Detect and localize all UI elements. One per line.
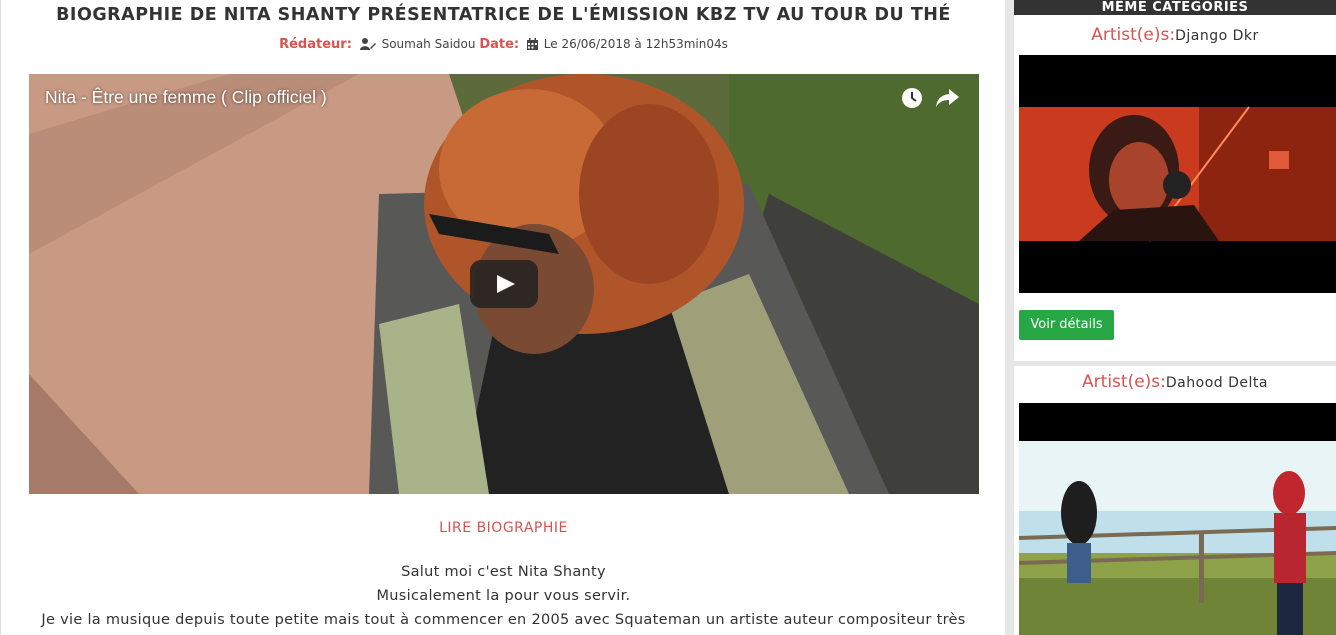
video-title[interactable]: Nita - Être une femme ( Clip officiel ) <box>45 87 327 108</box>
author-label: Rédateur: <box>279 37 352 52</box>
related-card: Artist(e)s:Django Dkr Voir détails <box>1014 15 1336 361</box>
date-label: Date: <box>479 37 520 52</box>
bio-line: Salut moi c'est Nita Shanty <box>401 564 606 580</box>
video-player[interactable]: Nita - Être une femme ( Clip officiel ) <box>29 74 979 494</box>
page-title: BIOGRAPHIE DE NITA SHANTY PRÉSENTATRICE … <box>56 5 951 25</box>
sidebar: MÊME CATEGORIES Artist(e)s:Django Dkr Vo… <box>1014 0 1336 635</box>
article-date: Le 26/06/2018 à 12h53min04s <box>543 37 728 51</box>
author-name[interactable]: Soumah Saidou <box>382 37 476 51</box>
card-title: Artist(e)s:Dahood Delta <box>1014 372 1336 392</box>
bio-line: Musicalement la pour vous servir. <box>376 588 631 604</box>
card-thumbnail[interactable] <box>1019 55 1336 293</box>
main-content: BIOGRAPHIE DE NITA SHANTY PRÉSENTATRICE … <box>0 0 1005 635</box>
artist-label: Artist(e)s: <box>1082 372 1166 392</box>
clock-icon[interactable] <box>901 87 923 109</box>
calendar-icon <box>526 38 538 53</box>
article-meta: Rédateur: Soumah Saidou Date: Le 26/06/2… <box>1 37 1006 53</box>
related-card: Artist(e)s:Dahood Delta <box>1014 366 1336 635</box>
card-thumbnail[interactable] <box>1019 403 1336 635</box>
artist-label: Artist(e)s: <box>1091 25 1176 45</box>
bio-line: Je vie la musique depuis toute petite ma… <box>41 612 966 628</box>
artist-name[interactable]: Dahood Delta <box>1166 375 1268 391</box>
play-icon[interactable] <box>470 260 538 308</box>
user-edit-icon <box>359 38 376 53</box>
card-title: Artist(e)s:Django Dkr <box>1014 25 1336 45</box>
artist-name[interactable]: Django Dkr <box>1175 28 1259 44</box>
share-icon[interactable] <box>935 87 961 109</box>
read-biography-link[interactable]: LIRE BIOGRAPHIE <box>1 520 1006 536</box>
view-details-button[interactable]: Voir détails <box>1019 310 1114 340</box>
sidebar-header: MÊME CATEGORIES <box>1014 0 1336 15</box>
biography-text: Salut moi c'est Nita Shanty Musicalement… <box>1 560 1006 632</box>
column-divider <box>1005 0 1014 635</box>
